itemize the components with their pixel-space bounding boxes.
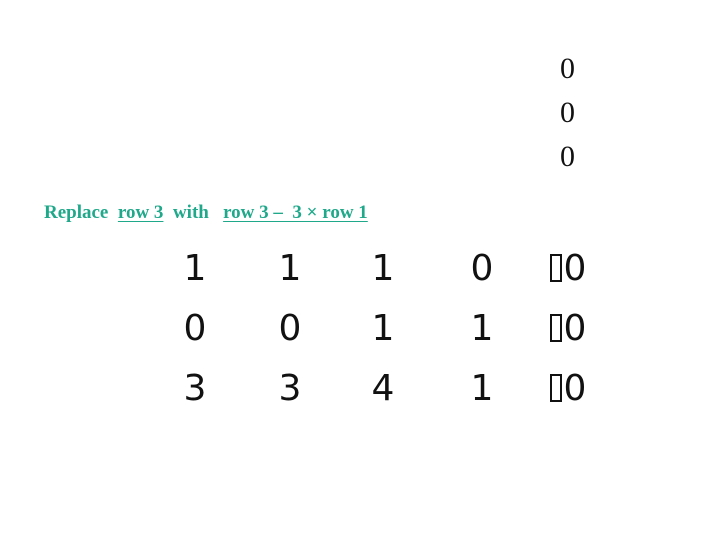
instruction-target: row 3 (117, 202, 164, 223)
matrix-cell: 1 (371, 248, 395, 289)
matrix-cell: 0 (183, 308, 207, 349)
equation-rhs: 0 (560, 52, 575, 85)
matrix-cell: 3 (183, 368, 207, 409)
equation-rhs: 0 (560, 96, 575, 129)
matrix-rhs: 0 (538, 248, 598, 289)
missing-glyph-icon (549, 374, 562, 402)
equation-rhs: 0 (560, 140, 575, 173)
matrix-cell: 3 (278, 368, 302, 409)
instruction-operation: row 3 – 3 × row 1 (223, 202, 368, 223)
matrix-cell: 1 (470, 308, 494, 349)
matrix-cell: 4 (371, 368, 395, 409)
instruction-prefix: Replace (44, 202, 109, 223)
matrix-cell: 1 (371, 308, 395, 349)
matrix-cell: 1 (470, 368, 494, 409)
matrix-cell: 1 (183, 248, 207, 289)
matrix-cell: 1 (278, 248, 302, 289)
instruction-line: Replace row 3 with row 3 – 3 × row 1 (44, 202, 368, 224)
matrix-rhs: 0 (538, 368, 598, 409)
missing-glyph-icon (549, 314, 562, 342)
instruction-middle: with (172, 202, 209, 223)
matrix-cell: 0 (470, 248, 494, 289)
matrix-rhs: 0 (538, 308, 598, 349)
matrix-cell: 0 (278, 308, 302, 349)
missing-glyph-icon (549, 254, 562, 282)
